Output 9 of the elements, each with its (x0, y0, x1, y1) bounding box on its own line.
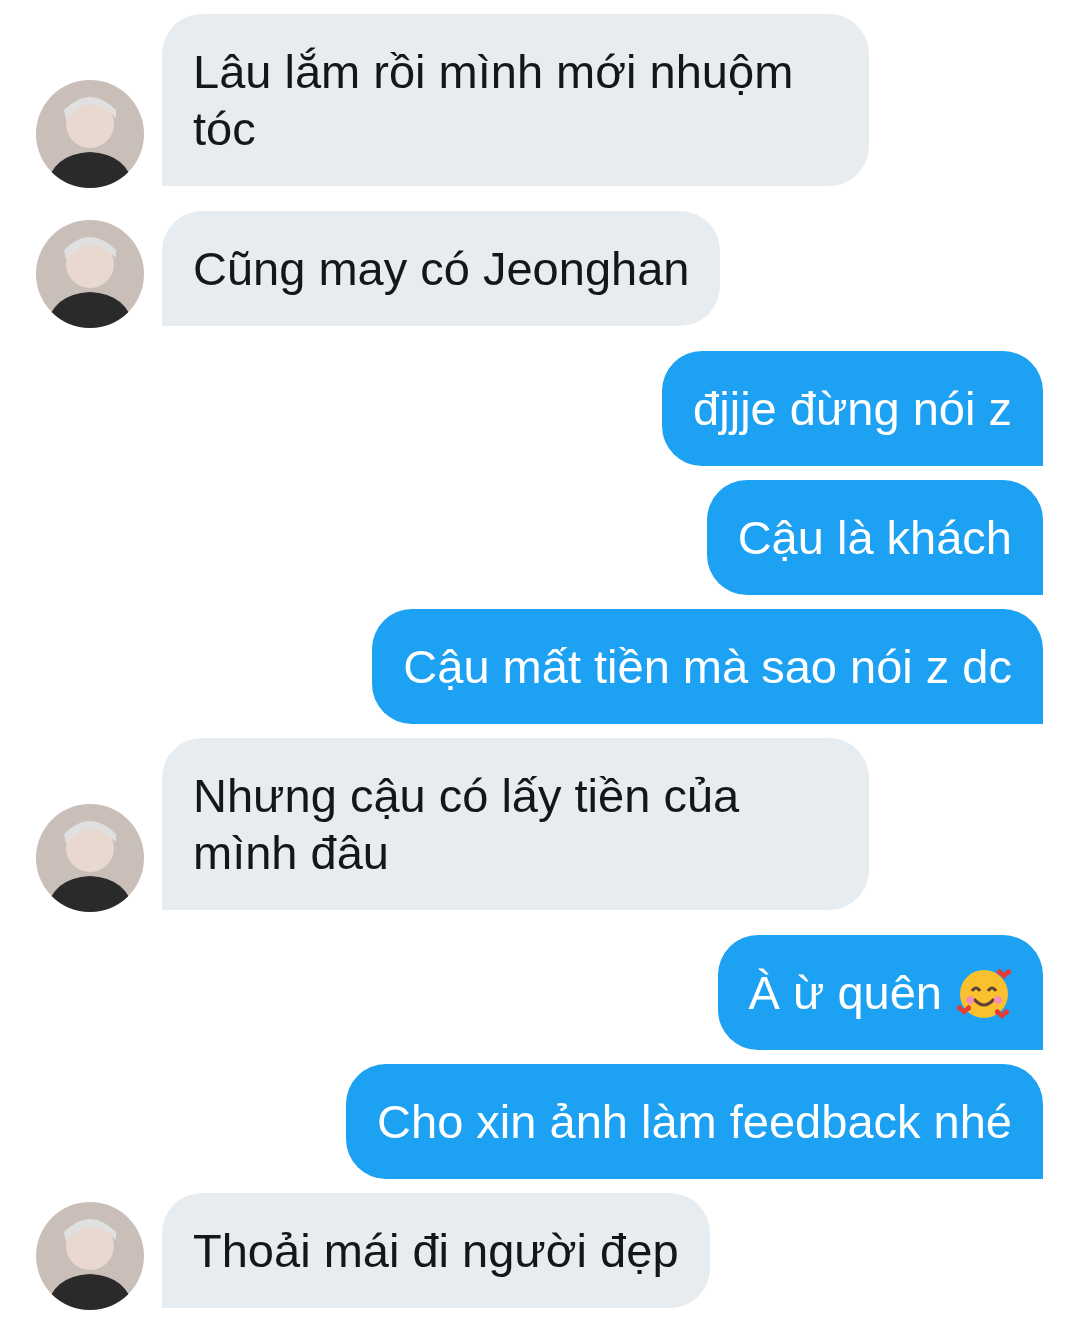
message-text: Nhưng cậu có lấy tiền của mình đâu (193, 769, 740, 879)
message-text: À ừ quên (748, 965, 942, 1021)
message-text: Cũng may có Jeonghan (193, 242, 690, 295)
message-text: Cậu mất tiền mà sao nói z dc (403, 639, 1012, 695)
message-text: Cậu là khách (737, 510, 1012, 566)
message-text: đjjje đừng nói z (693, 381, 1012, 437)
message-text: Lâu lắm rồi mình mới nhuộm tóc (193, 45, 794, 155)
message-text: Cho xin ảnh làm feedback nhé (377, 1094, 1012, 1150)
message-text: Thoải mái đi người đẹp (193, 1224, 679, 1277)
